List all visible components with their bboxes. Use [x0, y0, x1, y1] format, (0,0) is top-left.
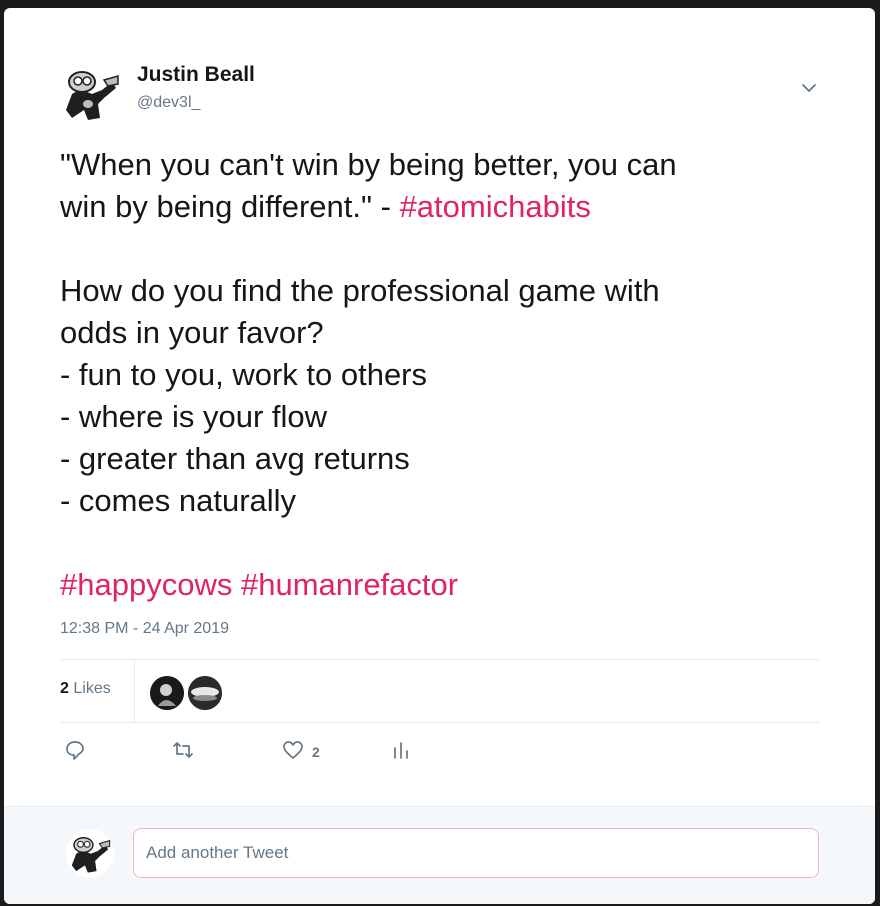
- liker-avatar[interactable]: [150, 676, 184, 710]
- reply-composer: [4, 806, 875, 904]
- analytics-button[interactable]: [390, 740, 412, 764]
- tweet-line: win by being different." - #atomichabits: [60, 189, 591, 224]
- tweet-text: "When you can't win by being better, you…: [60, 144, 840, 606]
- author-name[interactable]: Justin Beall: [137, 63, 255, 87]
- tweet-line: - where is your flow: [60, 399, 328, 434]
- divider: [60, 659, 820, 660]
- tweet-line: #happycows #humanrefactor: [60, 564, 840, 606]
- tweet-line: - comes naturally: [60, 483, 297, 518]
- author-handle[interactable]: @dev3l_: [137, 94, 200, 112]
- divider: [134, 660, 135, 722]
- analytics-icon: [390, 739, 412, 766]
- like-count: 2: [312, 744, 320, 760]
- tweet-line: "When you can't win by being better, you…: [60, 147, 677, 182]
- heart-icon: [282, 739, 304, 766]
- reply-input[interactable]: [133, 828, 819, 878]
- tweet-line: - fun to you, work to others: [60, 357, 428, 392]
- tweet-line: How do you find the professional game wi…: [60, 273, 660, 308]
- chevron-down-icon[interactable]: [799, 78, 819, 98]
- reply-button[interactable]: [64, 740, 86, 764]
- hashtag-link[interactable]: #happycows: [60, 567, 232, 602]
- likes-count[interactable]: 2 Likes: [60, 680, 111, 698]
- user-avatar: [66, 829, 114, 877]
- tweet-card: Justin Beall @dev3l_ "When you can't win…: [4, 8, 875, 904]
- hashtag-link[interactable]: #humanrefactor: [241, 567, 458, 602]
- author-avatar[interactable]: [58, 60, 124, 126]
- reply-icon: [64, 739, 86, 766]
- liker-avatar[interactable]: [188, 676, 222, 710]
- hashtag-link[interactable]: #atomichabits: [400, 189, 591, 224]
- divider: [60, 722, 820, 723]
- like-button[interactable]: 2: [282, 740, 320, 764]
- retweet-icon: [172, 739, 194, 766]
- tweet-timestamp[interactable]: 12:38 PM - 24 Apr 2019: [60, 620, 229, 638]
- tweet-line: odds in your favor?: [60, 315, 324, 350]
- tweet-line: - greater than avg returns: [60, 441, 410, 476]
- retweet-button[interactable]: [172, 740, 194, 764]
